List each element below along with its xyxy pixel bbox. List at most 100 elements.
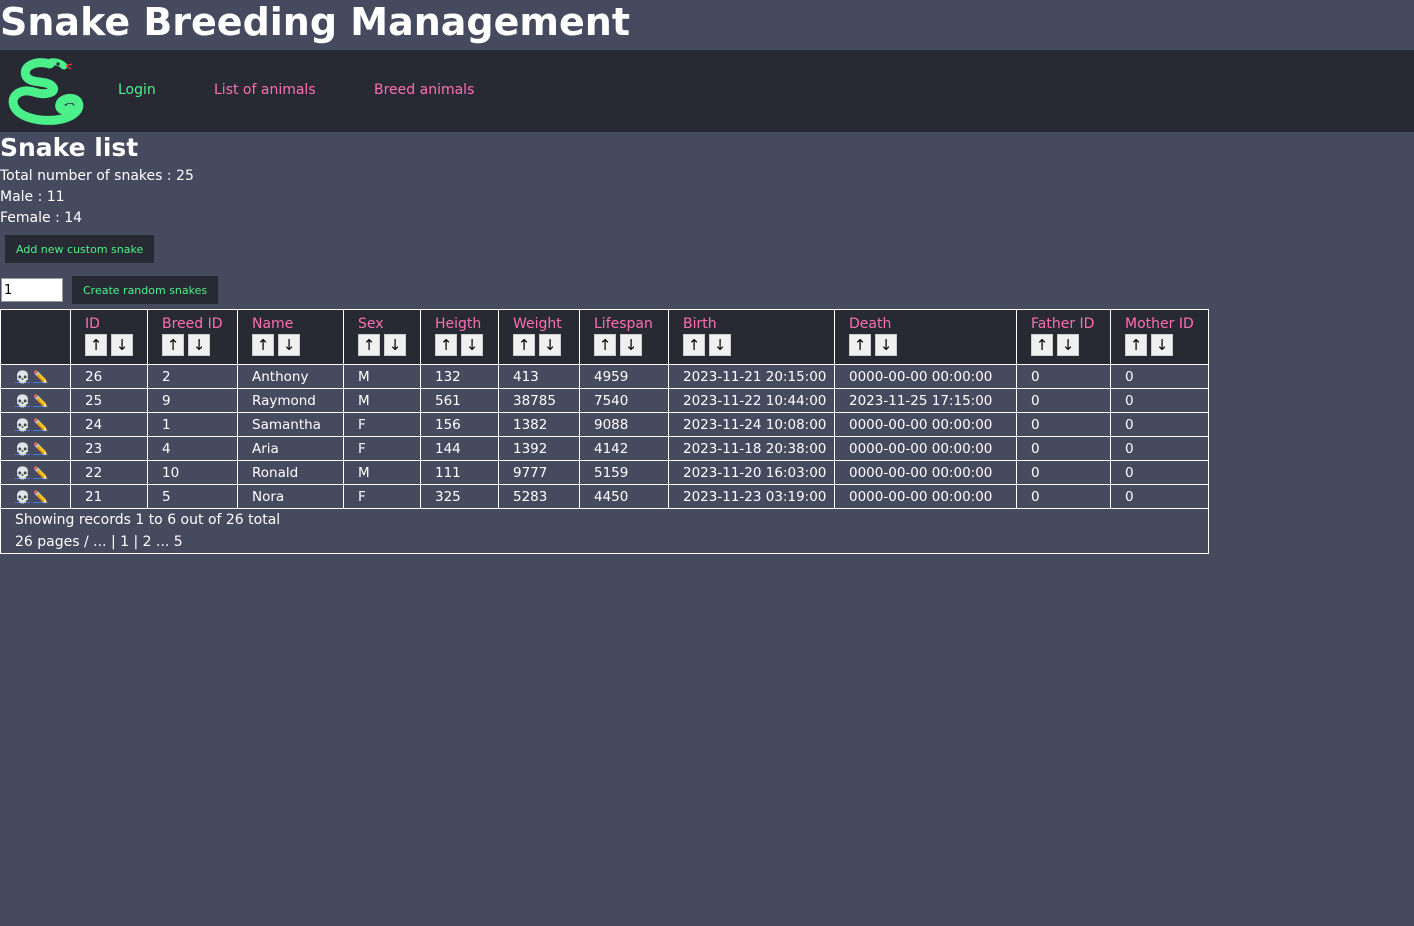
table-cell: 2023-11-18 20:38:00 [668,436,835,461]
skull-icon[interactable]: 💀 [15,486,30,508]
table-cell: M [343,364,421,389]
table-cell: 22 [70,460,148,485]
nav-list-animals-link[interactable]: List of animals [214,82,316,98]
table-cell: 21 [70,484,148,509]
sort-ascending-button[interactable]: ↑ [594,334,616,356]
skull-icon[interactable]: 💀 [15,414,30,436]
column-header: Weight ↑ ↓ [498,309,580,365]
row-actions: 💀 ✏️ [0,364,71,389]
table-cell: 111 [420,460,499,485]
table-cell: F [343,412,421,437]
sort-ascending-button[interactable]: ↑ [162,334,184,356]
column-header: Sex ↑ ↓ [343,309,421,365]
table-cell: Ronald [237,460,344,485]
create-random-snakes-button[interactable]: Create random snakes [72,276,219,304]
table-cell: 156 [420,412,499,437]
table-cell: 144 [420,436,499,461]
table-cell: 0 [1016,412,1111,437]
sort-ascending-button[interactable]: ↑ [683,334,705,356]
navbar: Login List of animals Breed animals [0,50,1414,132]
snake-logo-icon[interactable] [6,56,84,126]
table-cell: 0 [1110,388,1209,413]
skull-icon[interactable]: 💀 [15,438,30,460]
sort-ascending-button[interactable]: ↑ [849,334,871,356]
sort-buttons: ↑ ↓ [683,334,834,356]
sort-ascending-button[interactable]: ↑ [85,334,107,356]
table-cell: Anthony [237,364,344,389]
table-cell: 0 [1016,436,1111,461]
table-cell: 9 [147,388,238,413]
table-row: 💀 ✏️ 21 5 Nora F 325 5283 4450 2023-11-23 03:19:0… [0,484,1209,509]
pencil-icon[interactable]: ✏️ [33,414,48,436]
column-header: Birth ↑ ↓ [668,309,835,365]
table-cell: 132 [420,364,499,389]
nav-breed-animals-link[interactable]: Breed animals [374,82,474,98]
table-cell: 38785 [498,388,580,413]
table-cell: 2023-11-23 03:19:00 [668,484,835,509]
sort-descending-button[interactable]: ↓ [461,334,483,356]
sort-descending-button[interactable]: ↓ [111,334,133,356]
table-cell: 0000-00-00 00:00:00 [834,436,1017,461]
sort-ascending-button[interactable]: ↑ [1125,334,1147,356]
table-cell: 0 [1110,484,1209,509]
skull-icon[interactable]: 💀 [15,462,30,484]
table-cell: 5283 [498,484,580,509]
column-header-label: ID [85,316,100,332]
sort-ascending-button[interactable]: ↑ [513,334,535,356]
app-title: Snake Breeding Management [0,0,630,44]
sort-buttons: ↑ ↓ [594,334,668,356]
table-cell: 25 [70,388,148,413]
sort-descending-button[interactable]: ↓ [620,334,642,356]
nav-login-link[interactable]: Login [118,82,156,98]
column-header: Mother ID ↑ ↓ [1110,309,1209,365]
table-cell: 23 [70,436,148,461]
sort-ascending-button[interactable]: ↑ [435,334,457,356]
column-header-label: Sex [358,316,384,332]
sort-descending-button[interactable]: ↓ [539,334,561,356]
table-cell: 0 [1016,388,1111,413]
sort-descending-button[interactable]: ↓ [1057,334,1079,356]
table-footer-row: Showing records 1 to 6 out of 26 total 26… [0,508,1209,554]
sort-descending-button[interactable]: ↓ [709,334,731,356]
table-cell: 2 [147,364,238,389]
table-cell: 4959 [579,364,669,389]
snake-table: ID ↑ ↓ Breed ID ↑ ↓ Name ↑ ↓ Sex ↑ ↓ Heigth ↑ ↓ Weight ↑… [0,309,1209,554]
pencil-icon[interactable]: ✏️ [33,486,48,508]
table-cell: 1382 [498,412,580,437]
column-header-label: Lifespan [594,316,653,332]
table-cell: 5 [147,484,238,509]
sort-ascending-button[interactable]: ↑ [1031,334,1053,356]
sort-descending-button[interactable]: ↓ [188,334,210,356]
column-header: Lifespan ↑ ↓ [579,309,669,365]
sort-ascending-button[interactable]: ↑ [252,334,274,356]
column-header-label: Heigth [435,316,482,332]
skull-icon[interactable]: 💀 [15,366,30,388]
table-cell: 7540 [579,388,669,413]
column-header-label: Mother ID [1125,316,1194,332]
skull-icon[interactable]: 💀 [15,390,30,412]
sort-ascending-button[interactable]: ↑ [358,334,380,356]
column-header: Heigth ↑ ↓ [420,309,499,365]
table-cell: 0000-00-00 00:00:00 [834,460,1017,485]
sort-descending-button[interactable]: ↓ [875,334,897,356]
quantity-input[interactable] [1,278,63,302]
records-summary: Showing records 1 to 6 out of 26 total [15,512,281,528]
pencil-icon[interactable]: ✏️ [33,366,48,388]
table-cell: 10 [147,460,238,485]
row-actions: 💀 ✏️ [0,484,71,509]
sort-descending-button[interactable]: ↓ [278,334,300,356]
table-cell: Raymond [237,388,344,413]
column-header-label: Breed ID [162,316,223,332]
pencil-icon[interactable]: ✏️ [33,438,48,460]
pencil-icon[interactable]: ✏️ [33,462,48,484]
table-cell: 4450 [579,484,669,509]
row-actions: 💀 ✏️ [0,460,71,485]
column-header: Breed ID ↑ ↓ [147,309,238,365]
table-cell: 2023-11-20 16:03:00 [668,460,835,485]
sort-descending-button[interactable]: ↓ [1151,334,1173,356]
sort-descending-button[interactable]: ↓ [384,334,406,356]
page-links[interactable]: 26 pages / ... | 1 | 2 ... 5 [15,531,1208,553]
sort-buttons: ↑ ↓ [162,334,237,356]
pencil-icon[interactable]: ✏️ [33,390,48,412]
add-custom-snake-button[interactable]: Add new custom snake [5,235,155,263]
